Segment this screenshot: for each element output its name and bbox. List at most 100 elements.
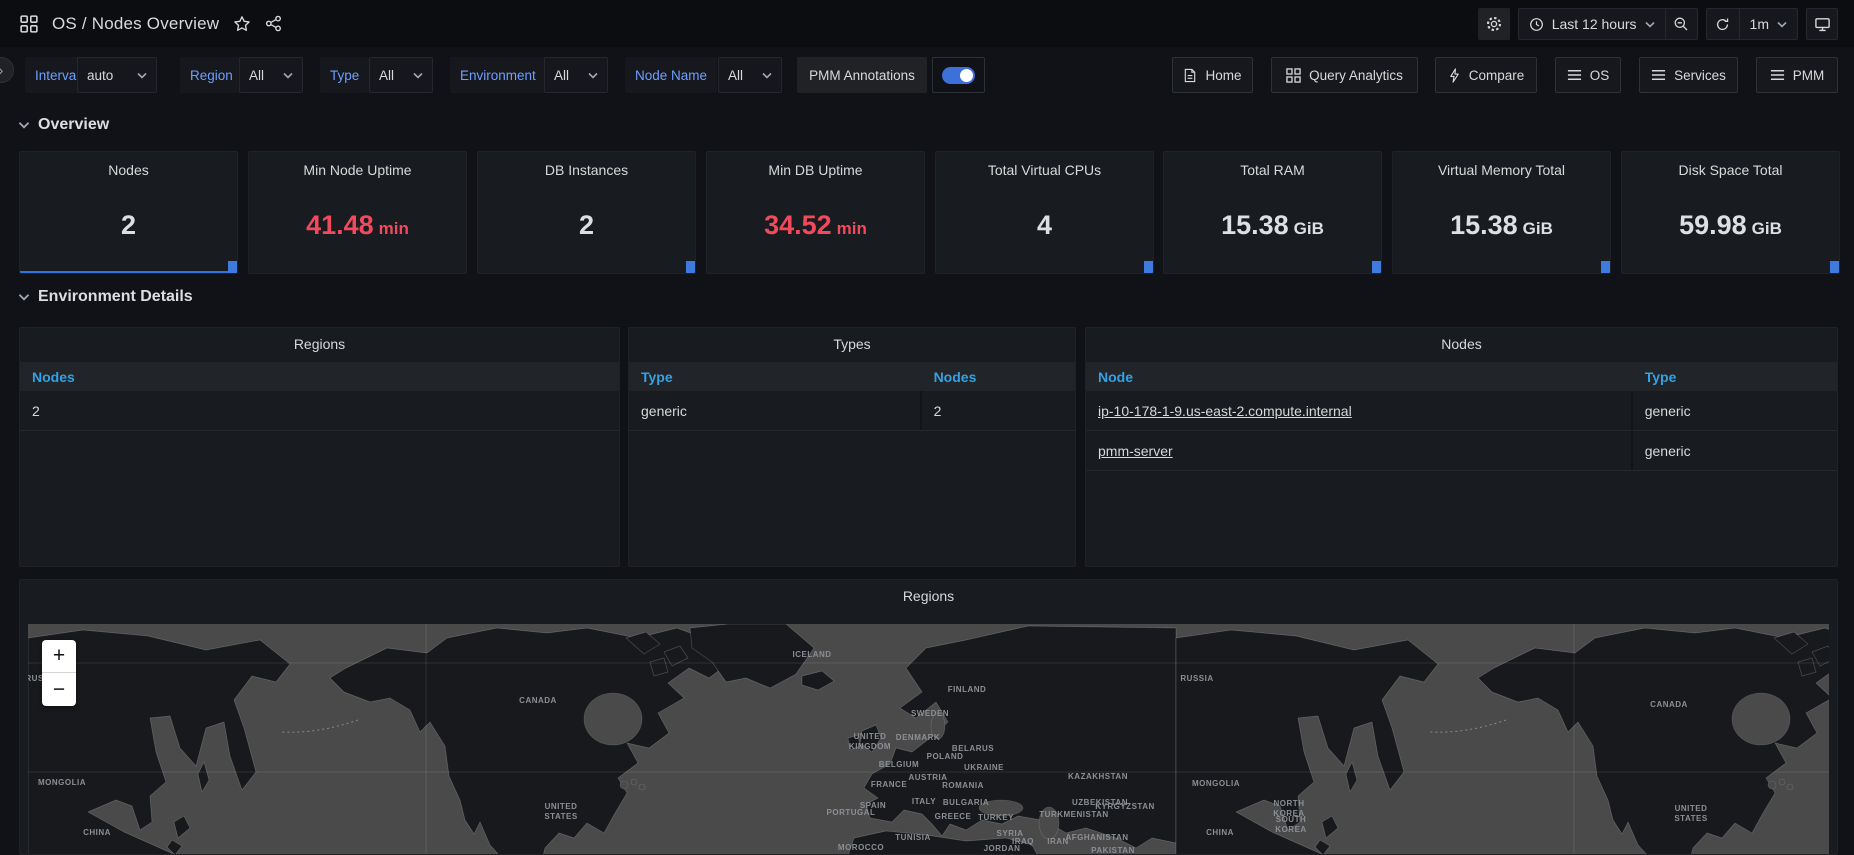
type-variable-select[interactable]: All xyxy=(369,57,433,93)
map-panel-title[interactable]: Regions xyxy=(20,588,1837,604)
menu-icon xyxy=(1651,69,1666,81)
table-panel-title[interactable]: Types xyxy=(629,336,1075,352)
stat-panel-6: Virtual Memory Total 15.38GiB xyxy=(1392,151,1611,274)
column-header-type[interactable]: Type xyxy=(629,369,922,385)
chevron-down-icon xyxy=(18,293,30,301)
table-cell: ip-10-178-1-9.us-east-2.compute.internal xyxy=(1086,391,1633,430)
region-variable-select[interactable]: All xyxy=(239,57,303,93)
stat-panel-title[interactable]: Disk Space Total xyxy=(1622,162,1839,178)
table-panel-title[interactable]: Nodes xyxy=(1086,336,1837,352)
toggle-knob xyxy=(960,69,973,82)
table-header-row: Nodes xyxy=(20,362,619,391)
table-row: generic2 xyxy=(629,391,1075,431)
column-header-type[interactable]: Type xyxy=(1633,369,1837,385)
map-zoom-control: + − xyxy=(42,640,76,706)
refresh-button[interactable] xyxy=(1707,9,1739,39)
stat-number: 15.38 xyxy=(1221,210,1289,240)
time-range-label: Last 12 hours xyxy=(1552,16,1637,32)
sparkline-end xyxy=(1144,261,1153,273)
table-row: 2 xyxy=(20,391,619,431)
pmm-annotations-toggle[interactable] xyxy=(932,57,985,93)
section-overview[interactable]: Overview xyxy=(18,116,109,134)
stat-unit: min xyxy=(379,219,409,238)
time-controls-group: Last 12 hours xyxy=(1518,8,1698,40)
document-icon xyxy=(1183,68,1197,83)
chevron-down-icon xyxy=(18,121,30,129)
stat-number: 34.52 xyxy=(764,210,832,240)
stat-number: 15.38 xyxy=(1450,210,1518,240)
share-icon[interactable] xyxy=(265,15,282,32)
apps-grid-icon[interactable] xyxy=(20,15,38,33)
table-panel-regions: Regions Nodes 2 xyxy=(19,327,620,567)
services-button[interactable]: Services xyxy=(1639,57,1738,93)
table-cell: generic xyxy=(629,391,922,430)
grid-icon xyxy=(1286,68,1301,83)
refresh-interval-picker[interactable]: 1m xyxy=(1739,9,1797,39)
sidebar-expand-button[interactable]: › xyxy=(0,57,14,83)
table-cell: generic xyxy=(1633,391,1837,430)
map-zoom-out-button[interactable]: − xyxy=(42,673,76,706)
sparkline-end xyxy=(1601,261,1610,273)
compare-button[interactable]: Compare xyxy=(1435,57,1537,93)
table-cell: generic xyxy=(1633,431,1837,470)
type-variable-label: Type xyxy=(320,57,369,93)
environment-variable-label: Environment xyxy=(450,57,546,93)
column-header-nodes[interactable]: Nodes xyxy=(20,369,619,385)
stat-panel-title[interactable]: Virtual Memory Total xyxy=(1393,162,1610,178)
breadcrumb[interactable]: OS / Nodes Overview xyxy=(52,14,219,34)
stat-panel-title[interactable]: Total RAM xyxy=(1164,162,1381,178)
stat-value: 15.38 GiB xyxy=(1164,210,1381,241)
zoom-out-time-button[interactable] xyxy=(1665,9,1697,39)
os-button[interactable]: OS xyxy=(1555,57,1621,93)
table-row: ip-10-178-1-9.us-east-2.compute.internal… xyxy=(1086,391,1837,431)
table-cell: pmm-server xyxy=(1086,431,1633,470)
world-map[interactable]: + − xyxy=(28,624,1829,854)
stat-value: 2 xyxy=(478,210,695,241)
table-panel-title[interactable]: Regions xyxy=(20,336,619,352)
cycle-view-mode-button[interactable] xyxy=(1806,8,1838,40)
map-zoom-in-button[interactable]: + xyxy=(42,640,76,673)
node-link[interactable]: pmm-server xyxy=(1098,443,1173,459)
stat-value: 15.38GiB xyxy=(1393,210,1610,241)
stat-panel-title[interactable]: Min DB Uptime xyxy=(707,162,924,178)
pmm-annotations-label: PMM Annotations xyxy=(797,57,927,93)
refresh-interval-label: 1m xyxy=(1750,16,1769,32)
stat-number: 2 xyxy=(121,210,136,240)
environment-variable-select[interactable]: All xyxy=(544,57,608,93)
stat-value: 34.52min xyxy=(707,210,924,241)
query-analytics-button[interactable]: Query Analytics xyxy=(1271,57,1418,93)
pmm-button[interactable]: PMM xyxy=(1756,57,1838,93)
sparkline-end xyxy=(1830,261,1839,273)
magnifier-minus-icon xyxy=(1673,16,1689,32)
stat-unit: GiB xyxy=(1752,219,1782,238)
stat-value: 41.48min xyxy=(249,210,466,241)
submenu-bar: › Interval auto Region All Type All Envi… xyxy=(0,55,1854,99)
node-link[interactable]: ip-10-178-1-9.us-east-2.compute.internal xyxy=(1098,403,1352,419)
stat-panel-title[interactable]: Min Node Uptime xyxy=(249,162,466,178)
interval-variable-select[interactable]: auto xyxy=(77,57,157,93)
bolt-icon xyxy=(1448,68,1461,83)
time-range-picker[interactable]: Last 12 hours xyxy=(1519,9,1665,39)
table-header-row: TypeNodes xyxy=(629,362,1075,391)
world-map-svg xyxy=(28,624,1829,854)
stat-panel-title[interactable]: Total Virtual CPUs xyxy=(936,162,1153,178)
stat-panel-title[interactable]: DB Instances xyxy=(478,162,695,178)
star-icon[interactable] xyxy=(233,15,251,33)
stat-panel-title[interactable]: Nodes xyxy=(20,162,237,178)
stat-value: 2 xyxy=(20,210,237,241)
sparkline-end xyxy=(686,261,695,273)
sparkline xyxy=(20,271,237,273)
navbar: OS / Nodes Overview xyxy=(0,0,1854,47)
stat-panel-4: Total Virtual CPUs4 xyxy=(935,151,1154,274)
home-button[interactable]: Home xyxy=(1172,57,1253,93)
stat-unit: GiB xyxy=(1294,219,1324,238)
section-environment-details[interactable]: Environment Details xyxy=(18,288,193,306)
menu-icon xyxy=(1567,69,1582,81)
column-header-node[interactable]: Node xyxy=(1086,369,1633,385)
column-header-nodes[interactable]: Nodes xyxy=(922,369,1075,385)
table-row: pmm-server generic xyxy=(1086,431,1837,471)
node-name-variable-select[interactable]: All xyxy=(718,57,782,93)
dashboard-settings-button[interactable] xyxy=(1478,8,1510,40)
stat-panel-2: DB Instances 2 xyxy=(477,151,696,274)
refresh-group: 1m xyxy=(1706,8,1798,40)
